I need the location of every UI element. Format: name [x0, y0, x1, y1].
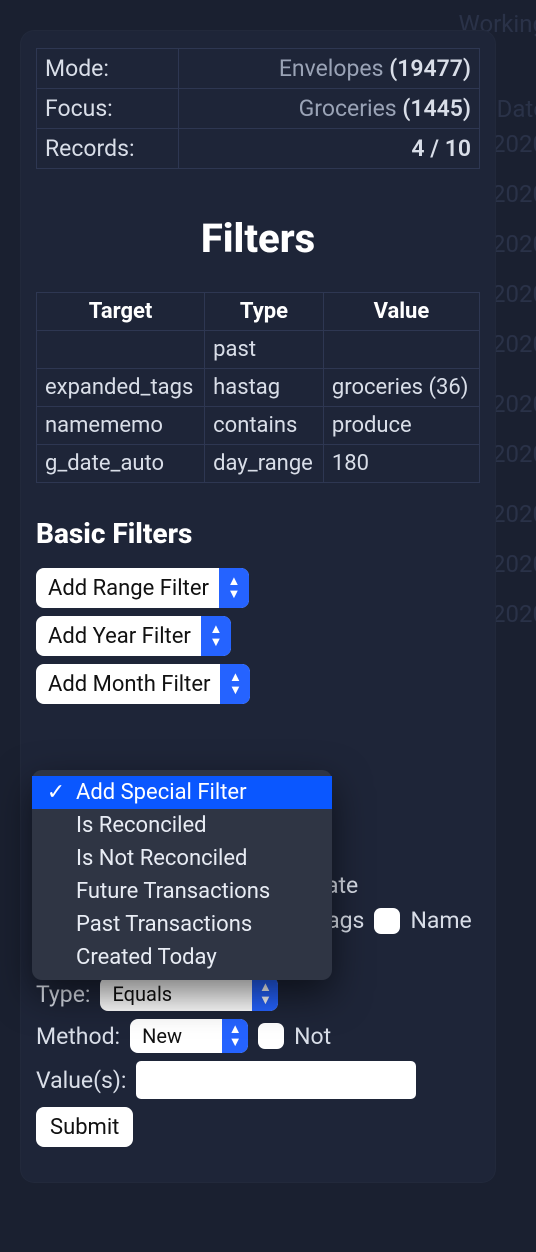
dropdown-option-is-reconciled[interactable]: Is Reconciled — [32, 809, 332, 842]
dropdown-option-future-transactions[interactable]: Future Transactions — [32, 875, 332, 908]
method-select[interactable]: New — [130, 1019, 248, 1053]
summary-row-focus: Focus: Groceries (1445) — [37, 89, 480, 129]
bg-year: 2020 — [492, 280, 536, 308]
bg-year: 2020 — [492, 230, 536, 258]
add-month-filter-select[interactable]: Add Month Filter — [36, 664, 250, 704]
bg-year: 2020 — [492, 550, 536, 578]
type-row: Type: Equals — [36, 977, 480, 1011]
chevron-updown-icon — [252, 977, 278, 1011]
summary-focus-label: Focus: — [37, 89, 179, 129]
table-row: namememo contains produce — [37, 407, 480, 445]
summary-records-label: Records: — [37, 129, 179, 169]
dropdown-option-is-not-reconciled[interactable]: Is Not Reconciled — [32, 842, 332, 875]
values-label: Value(s): — [36, 1067, 126, 1094]
checkbox-name[interactable] — [374, 908, 400, 934]
partial-hidden-label: ate — [326, 872, 480, 899]
type-label: Type: — [36, 981, 90, 1008]
chevron-updown-icon — [222, 1019, 248, 1053]
basic-filters-title: Basic Filters — [36, 517, 480, 550]
select-label: Add Range Filter — [48, 576, 209, 601]
add-special-filter-dropdown[interactable]: ✓ Add Special Filter Is Reconciled Is No… — [32, 770, 332, 980]
table-row: expanded_tags hastag groceries (36) — [37, 369, 480, 407]
chevron-updown-icon — [220, 664, 250, 704]
chevron-updown-icon — [219, 568, 249, 608]
dropdown-option-add-special-filter[interactable]: ✓ Add Special Filter — [32, 776, 332, 809]
checkbox-not[interactable] — [258, 1023, 284, 1049]
method-select-value: New — [142, 1024, 212, 1048]
table-row: past — [37, 331, 480, 369]
select-label: Add Month Filter — [48, 672, 210, 697]
bg-year: 2020 — [492, 600, 536, 628]
active-filters-table: Target Type Value past expanded_tags has… — [36, 292, 480, 483]
chevron-updown-icon — [201, 616, 231, 656]
table-row: g_date_auto day_range 180 — [37, 445, 480, 483]
summary-row-records: Records: 4 / 10 — [37, 129, 480, 169]
type-select-value: Equals — [112, 982, 242, 1006]
col-value: Value — [323, 293, 479, 331]
bg-date: Date — [497, 95, 536, 123]
col-type: Type — [205, 293, 324, 331]
method-label: Method: — [36, 1023, 120, 1050]
summary-mode-label: Mode: — [37, 49, 179, 89]
col-target: Target — [37, 293, 205, 331]
add-year-filter-select[interactable]: Add Year Filter — [36, 616, 231, 656]
values-row: Value(s): — [36, 1061, 480, 1099]
summary-records-value: 4 / 10 — [178, 129, 479, 169]
bg-year: 2020 — [492, 330, 536, 358]
add-range-filter-select[interactable]: Add Range Filter — [36, 568, 249, 608]
bg-year: 2020 — [492, 390, 536, 418]
bg-year: 2020 — [492, 180, 536, 208]
select-label: Add Year Filter — [48, 624, 191, 649]
bg-year: 2020 — [492, 500, 536, 528]
label-not: Not — [294, 1023, 331, 1050]
dropdown-option-created-today[interactable]: Created Today — [32, 941, 332, 974]
type-select[interactable]: Equals — [100, 977, 278, 1011]
summary-row-mode: Mode: Envelopes (19477) — [37, 49, 480, 89]
filters-panel: Mode: Envelopes (19477) Focus: Groceries… — [20, 30, 496, 1183]
bg-year: 2020 — [492, 440, 536, 468]
summary-focus-value: Groceries (1445) — [178, 89, 479, 129]
label-name: Name — [410, 907, 471, 934]
values-input[interactable] — [136, 1061, 416, 1099]
filters-title: Filters — [36, 215, 480, 262]
bg-year: 2020 — [492, 130, 536, 158]
check-icon: ✓ — [46, 780, 66, 805]
summary-table: Mode: Envelopes (19477) Focus: Groceries… — [36, 48, 480, 169]
method-row: Method: New Not — [36, 1019, 480, 1053]
dropdown-option-past-transactions[interactable]: Past Transactions — [32, 908, 332, 941]
summary-mode-value: Envelopes (19477) — [178, 49, 479, 89]
submit-button[interactable]: Submit — [36, 1107, 133, 1147]
